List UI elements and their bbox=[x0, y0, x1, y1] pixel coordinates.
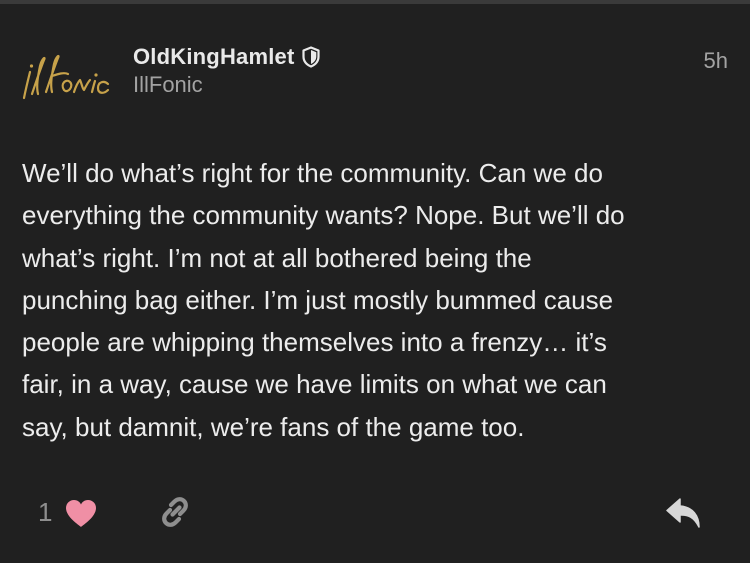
post-actions: 1 bbox=[0, 492, 750, 540]
link-icon[interactable] bbox=[158, 495, 192, 529]
avatar[interactable] bbox=[16, 54, 114, 110]
author-row: OldKingHamlet bbox=[133, 42, 321, 72]
reply-icon[interactable] bbox=[664, 496, 704, 530]
post-card: OldKingHamlet IllFonic 5h We’ll do what’… bbox=[0, 4, 750, 563]
like-count[interactable]: 1 bbox=[38, 497, 52, 528]
post-timestamp[interactable]: 5h bbox=[704, 48, 728, 74]
author-group[interactable]: IllFonic bbox=[133, 72, 203, 98]
author-username[interactable]: OldKingHamlet bbox=[133, 44, 295, 70]
shield-icon bbox=[301, 46, 321, 68]
heart-icon[interactable] bbox=[64, 498, 98, 528]
post-body: We’ll do what’s right for the community.… bbox=[22, 158, 625, 442]
illfonic-logo bbox=[22, 54, 110, 100]
